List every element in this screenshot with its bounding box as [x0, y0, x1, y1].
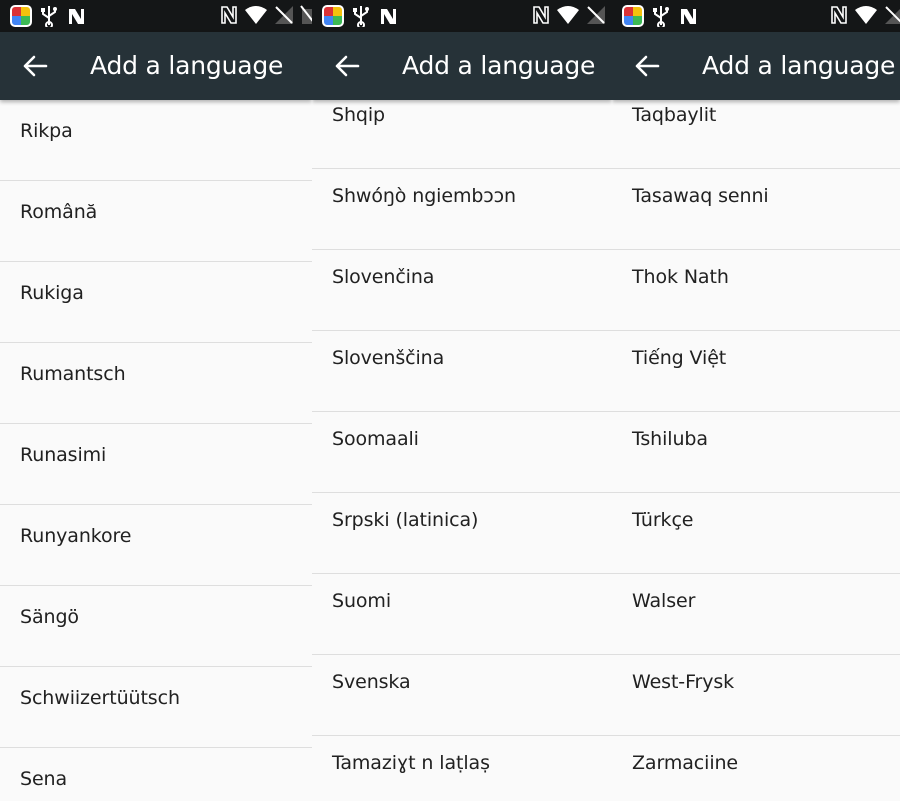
language-item-slovencina[interactable]: Slovenčina	[312, 250, 612, 331]
language-label: Srpski (latinica)	[332, 509, 479, 531]
language-label: Rumantsch	[20, 363, 126, 385]
language-label: Sena	[20, 768, 68, 790]
language-item-taqbaylit[interactable]: Taqbaylit	[612, 88, 900, 169]
back-arrow-icon[interactable]	[22, 54, 48, 78]
language-label: Runyankore	[20, 525, 132, 547]
nfc-icon	[831, 6, 847, 24]
status-bar	[312, 0, 612, 32]
language-label: Zarmaciine	[632, 752, 739, 774]
app-launcher-icon	[10, 5, 32, 27]
language-item-sango[interactable]: Sängö	[0, 586, 312, 667]
language-label: Rukiga	[20, 282, 84, 304]
language-item-svenska[interactable]: Svenska	[312, 655, 612, 736]
nfc-icon	[533, 6, 549, 24]
language-item-srpski-latinica[interactable]: Srpski (latinica)	[312, 493, 612, 574]
language-label: Schwiizertüütsch	[20, 687, 180, 709]
language-item-zarmaciine[interactable]: Zarmaciine	[612, 736, 900, 801]
status-right-icons	[220, 5, 312, 25]
language-item-shqip[interactable]: Shqip	[312, 88, 612, 169]
language-label: Svenska	[332, 671, 411, 693]
language-item-suomi[interactable]: Suomi	[312, 574, 612, 655]
screen-panel-2: Add a language Shqip Shwóŋò ngiembɔɔn Sl…	[312, 0, 612, 801]
screen-panel-1: Add a language Rikpa Română Rukiga Ruman…	[0, 0, 312, 801]
language-item-turkce[interactable]: Türkçe	[612, 493, 900, 574]
app-bar: Add a language	[0, 32, 312, 100]
language-label: Runasimi	[20, 444, 107, 466]
usb-icon	[41, 6, 57, 27]
signal-off-icon	[275, 6, 293, 24]
language-label: Shwóŋò ngiembɔɔn	[332, 185, 516, 207]
language-label: Tamaziɣt n laṭlaṣ	[332, 752, 490, 774]
usb-icon	[353, 6, 369, 27]
language-label: Suomi	[332, 590, 392, 612]
wifi-icon	[557, 6, 579, 24]
back-arrow-icon[interactable]	[334, 54, 360, 78]
language-label: Tasawaq senni	[632, 185, 769, 207]
language-label: Tshiluba	[632, 428, 708, 450]
language-label: Română	[20, 201, 98, 223]
language-label: Taqbaylit	[632, 104, 717, 126]
app-launcher-icon	[322, 5, 344, 27]
language-list: Rikpa Română Rukiga Rumantsch Runasimi R…	[0, 100, 312, 801]
status-left-icons	[322, 5, 398, 27]
language-label: Sängö	[20, 606, 79, 628]
language-item-walser[interactable]: Walser	[612, 574, 900, 655]
language-item-tasawaq-senni[interactable]: Tasawaq senni	[612, 169, 900, 250]
status-right-icons	[532, 5, 612, 25]
status-left-icons	[622, 5, 698, 27]
language-item-slovenscina[interactable]: Slovenščina	[312, 331, 612, 412]
status-bar	[0, 0, 312, 32]
status-left-icons	[10, 5, 86, 27]
language-item-romana[interactable]: Română	[0, 181, 312, 262]
app-bar: Add a language	[312, 32, 612, 100]
language-list: Shqip Shwóŋò ngiembɔɔn Slovenčina Sloven…	[312, 88, 612, 801]
language-item-tieng-viet[interactable]: Tiếng Việt	[612, 331, 900, 412]
language-item-rumantsch[interactable]: Rumantsch	[0, 343, 312, 424]
back-arrow-icon[interactable]	[634, 54, 660, 78]
language-label: Shqip	[332, 104, 386, 126]
language-item-sena[interactable]: Sena	[0, 748, 312, 801]
language-label: Tiếng Việt	[632, 347, 727, 369]
language-item-soomaali[interactable]: Soomaali	[312, 412, 612, 493]
nfc-icon	[221, 6, 237, 24]
language-item-runyankore[interactable]: Runyankore	[0, 505, 312, 586]
language-item-shwongo-ngiembon[interactable]: Shwóŋò ngiembɔɔn	[312, 169, 612, 250]
language-label: Slovenščina	[332, 347, 445, 369]
screen-panel-3: Add a language Taqbaylit Tasawaq senni T…	[612, 0, 900, 801]
language-item-tshiluba[interactable]: Tshiluba	[612, 412, 900, 493]
signal-off-icon	[885, 6, 900, 24]
language-item-west-frysk[interactable]: West-Frysk	[612, 655, 900, 736]
page-title: Add a language	[402, 51, 596, 80]
language-label: Slovenčina	[332, 266, 435, 288]
language-list: Taqbaylit Tasawaq senni Thok Nath Tiếng …	[612, 88, 900, 801]
language-label: Soomaali	[332, 428, 419, 450]
status-right-icons	[830, 5, 900, 25]
language-item-runasimi[interactable]: Runasimi	[0, 424, 312, 505]
language-item-rikpa[interactable]: Rikpa	[0, 100, 312, 181]
app-launcher-icon	[622, 5, 644, 27]
app-bar: Add a language	[612, 32, 900, 100]
language-item-tamazight-n-latlas[interactable]: Tamaziɣt n laṭlaṣ	[312, 736, 612, 801]
status-bar	[612, 0, 900, 32]
signal-off-icon	[587, 6, 605, 24]
language-label: Rikpa	[20, 120, 73, 142]
language-label: Türkçe	[632, 509, 694, 531]
nfc-n-icon	[381, 9, 396, 24]
nfc-n-icon	[681, 9, 696, 24]
language-item-thok-nath[interactable]: Thok Nath	[612, 250, 900, 331]
language-label: Walser	[632, 590, 696, 612]
wifi-icon	[245, 6, 267, 24]
battery-icon	[300, 5, 312, 24]
page-title: Add a language	[90, 51, 284, 80]
language-item-rukiga[interactable]: Rukiga	[0, 262, 312, 343]
language-label: West-Frysk	[632, 671, 735, 693]
page-title: Add a language	[702, 51, 896, 80]
usb-icon	[653, 6, 669, 27]
wifi-icon	[855, 6, 877, 24]
language-label: Thok Nath	[632, 266, 729, 288]
nfc-n-icon	[69, 9, 84, 24]
language-item-schwiizertuutsch[interactable]: Schwiizertüütsch	[0, 667, 312, 748]
